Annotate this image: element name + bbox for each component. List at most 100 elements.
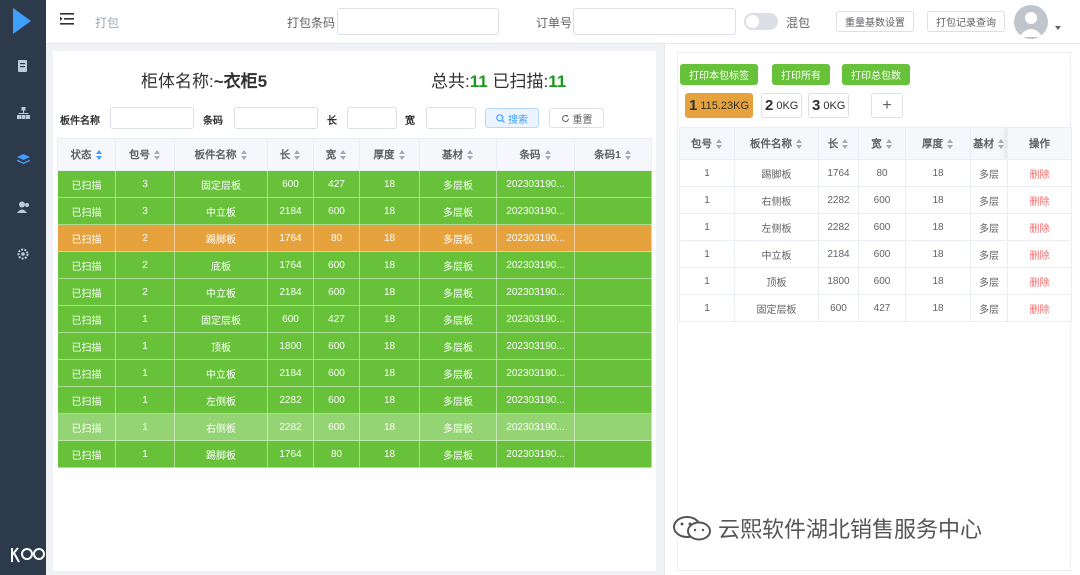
column-header[interactable]: 长 bbox=[818, 127, 859, 160]
table-body: 已扫描 3 固定层板 600 427 18 多层板 202303190... 已扫描 3 中立板 21… bbox=[57, 170, 652, 468]
table-row[interactable]: 已扫描 1 踢脚板 1764 80 18 多层板 202303190... bbox=[57, 440, 652, 468]
package-tab-2[interactable]: 2 0KG bbox=[761, 93, 803, 118]
pack-records-button[interactable]: 打包记录查询 bbox=[927, 11, 1005, 32]
reset-button[interactable]: 重置 bbox=[549, 108, 604, 128]
cell-wid: 600 bbox=[313, 251, 360, 279]
cell-len: 2282 bbox=[267, 413, 314, 441]
cell-pkg: 1 bbox=[115, 359, 175, 387]
table-row[interactable]: 已扫描 3 中立板 2184 600 18 多层板 202303190... bbox=[57, 197, 652, 225]
sort-icon[interactable] bbox=[467, 150, 474, 161]
users-icon[interactable] bbox=[15, 199, 31, 215]
sort-icon[interactable] bbox=[240, 150, 248, 161]
delete-button[interactable]: 删除 bbox=[1007, 240, 1072, 268]
table-row[interactable]: 已扫描 1 中立板 2184 600 18 多层板 202303190... bbox=[57, 359, 652, 387]
layers-icon[interactable] bbox=[15, 152, 31, 168]
filter-name-input[interactable] bbox=[110, 107, 194, 129]
order-input[interactable] bbox=[573, 8, 736, 35]
column-header[interactable]: 条码1 bbox=[574, 138, 652, 171]
table-row[interactable]: 已扫描 1 右侧板 2282 600 18 多层板 202303190... bbox=[57, 413, 652, 441]
table-row[interactable]: 已扫描 1 左侧板 2282 600 18 多层板 202303190... bbox=[57, 386, 652, 414]
delete-button[interactable]: 删除 bbox=[1007, 294, 1072, 322]
table-row[interactable]: 已扫描 1 顶板 1800 600 18 多层板 202303190... bbox=[57, 332, 652, 360]
sort-icon[interactable] bbox=[796, 139, 803, 150]
gear-icon[interactable] bbox=[15, 246, 31, 262]
mix-pack-switch[interactable] bbox=[744, 13, 778, 30]
cell-name: 固定层板 bbox=[734, 294, 819, 322]
cell-pkg: 2 bbox=[115, 278, 175, 306]
cell-thick: 18 bbox=[905, 240, 971, 268]
cell-name: 顶板 bbox=[734, 267, 819, 295]
table-row: 1 左侧板 2282 600 18 多层 删除 bbox=[679, 213, 1072, 241]
delete-button[interactable]: 删除 bbox=[1007, 159, 1072, 187]
package-tab-1[interactable]: 1 115.23KG bbox=[685, 93, 754, 118]
filter-length-input[interactable] bbox=[347, 107, 397, 129]
cell-len: 600 bbox=[267, 305, 314, 333]
table-row[interactable]: 已扫描 1 固定层板 600 427 18 多层板 202303190... bbox=[57, 305, 652, 333]
sort-icon[interactable] bbox=[398, 150, 406, 161]
column-header[interactable]: 板件名称 bbox=[174, 138, 268, 171]
sort-icon[interactable] bbox=[154, 150, 161, 161]
sort-icon[interactable] bbox=[624, 150, 632, 161]
column-header[interactable]: 厚度 bbox=[359, 138, 420, 171]
column-header[interactable]: 板件名称 bbox=[734, 127, 819, 160]
search-label: 搜索 bbox=[508, 114, 528, 126]
table-row[interactable]: 已扫描 3 固定层板 600 427 18 多层板 202303190... bbox=[57, 170, 652, 198]
cell-code: 202303190... bbox=[496, 359, 575, 387]
search-button[interactable]: 搜索 bbox=[485, 108, 539, 128]
sort-icon[interactable] bbox=[885, 139, 893, 150]
column-header[interactable]: 状态 bbox=[57, 138, 116, 171]
sort-icon[interactable] bbox=[544, 150, 552, 161]
sort-icon[interactable] bbox=[294, 150, 301, 161]
cell-code: 202303190... bbox=[496, 413, 575, 441]
document-icon[interactable] bbox=[15, 58, 31, 74]
add-package-button[interactable]: + bbox=[871, 93, 903, 118]
sort-icon[interactable] bbox=[842, 139, 849, 150]
sort-icon[interactable] bbox=[95, 150, 103, 161]
cell-thick: 18 bbox=[359, 305, 420, 333]
cell-wid: 427 bbox=[858, 294, 906, 322]
delete-button[interactable]: 删除 bbox=[1007, 186, 1072, 214]
org-chart-icon[interactable] bbox=[15, 105, 31, 121]
column-header[interactable]: 宽 bbox=[313, 138, 360, 171]
print-all-button[interactable]: 打印所有 bbox=[772, 64, 830, 85]
logo-icon bbox=[13, 8, 31, 34]
sort-icon[interactable] bbox=[947, 139, 954, 150]
delete-button[interactable]: 删除 bbox=[1007, 267, 1072, 295]
table-row[interactable]: 已扫描 2 中立板 2184 600 18 多层板 202303190... bbox=[57, 278, 652, 306]
package-tab-3[interactable]: 3 0KG bbox=[808, 93, 850, 118]
menu-icon[interactable] bbox=[60, 13, 74, 27]
column-header[interactable]: 宽 bbox=[858, 127, 906, 160]
column-header[interactable]: 包号 bbox=[679, 127, 735, 160]
cell-name: 固定层板 bbox=[174, 305, 268, 333]
cell-code: 202303190... bbox=[496, 305, 575, 333]
cell-name: 中立板 bbox=[174, 197, 268, 225]
column-header[interactable]: 厚度 bbox=[905, 127, 971, 160]
cell-len: 600 bbox=[267, 170, 314, 198]
cell-code: 202303190... bbox=[496, 251, 575, 279]
table-row[interactable]: 已扫描 2 踢脚板 1764 80 18 多层板 202303190... bbox=[57, 224, 652, 252]
cell-len: 2184 bbox=[818, 240, 859, 268]
column-header[interactable]: 基材 bbox=[419, 138, 497, 171]
column-header[interactable]: 包号 bbox=[115, 138, 175, 171]
sort-icon[interactable] bbox=[998, 139, 1005, 150]
print-total-packages-button[interactable]: 打印总包数 bbox=[842, 64, 910, 85]
barcode-input[interactable] bbox=[337, 8, 499, 35]
sort-icon[interactable] bbox=[716, 139, 723, 150]
table-row: 1 中立板 2184 600 18 多层 删除 bbox=[679, 240, 1072, 268]
weight-settings-button[interactable]: 重量基数设置 bbox=[836, 11, 914, 32]
sort-icon[interactable] bbox=[340, 150, 347, 161]
delete-button[interactable]: 删除 bbox=[1007, 213, 1072, 241]
cell-code: 202303190... bbox=[496, 197, 575, 225]
user-avatar-icon[interactable] bbox=[1014, 5, 1048, 39]
column-header[interactable]: 长 bbox=[267, 138, 314, 171]
print-package-label-button[interactable]: 打印本包标签 bbox=[680, 64, 758, 85]
filter-width-input[interactable] bbox=[426, 107, 476, 129]
column-header[interactable]: 条码 bbox=[496, 138, 575, 171]
chevron-down-icon[interactable] bbox=[1055, 26, 1061, 30]
filter-length-label: 长 bbox=[327, 116, 337, 127]
column-header[interactable]: 基材 bbox=[970, 127, 1008, 160]
table-row[interactable]: 已扫描 2 底板 1764 600 18 多层板 202303190... bbox=[57, 251, 652, 279]
table-row: 1 固定层板 600 427 18 多层 删除 bbox=[679, 294, 1072, 322]
cell-thick: 18 bbox=[905, 186, 971, 214]
filter-barcode-input[interactable] bbox=[234, 107, 318, 129]
